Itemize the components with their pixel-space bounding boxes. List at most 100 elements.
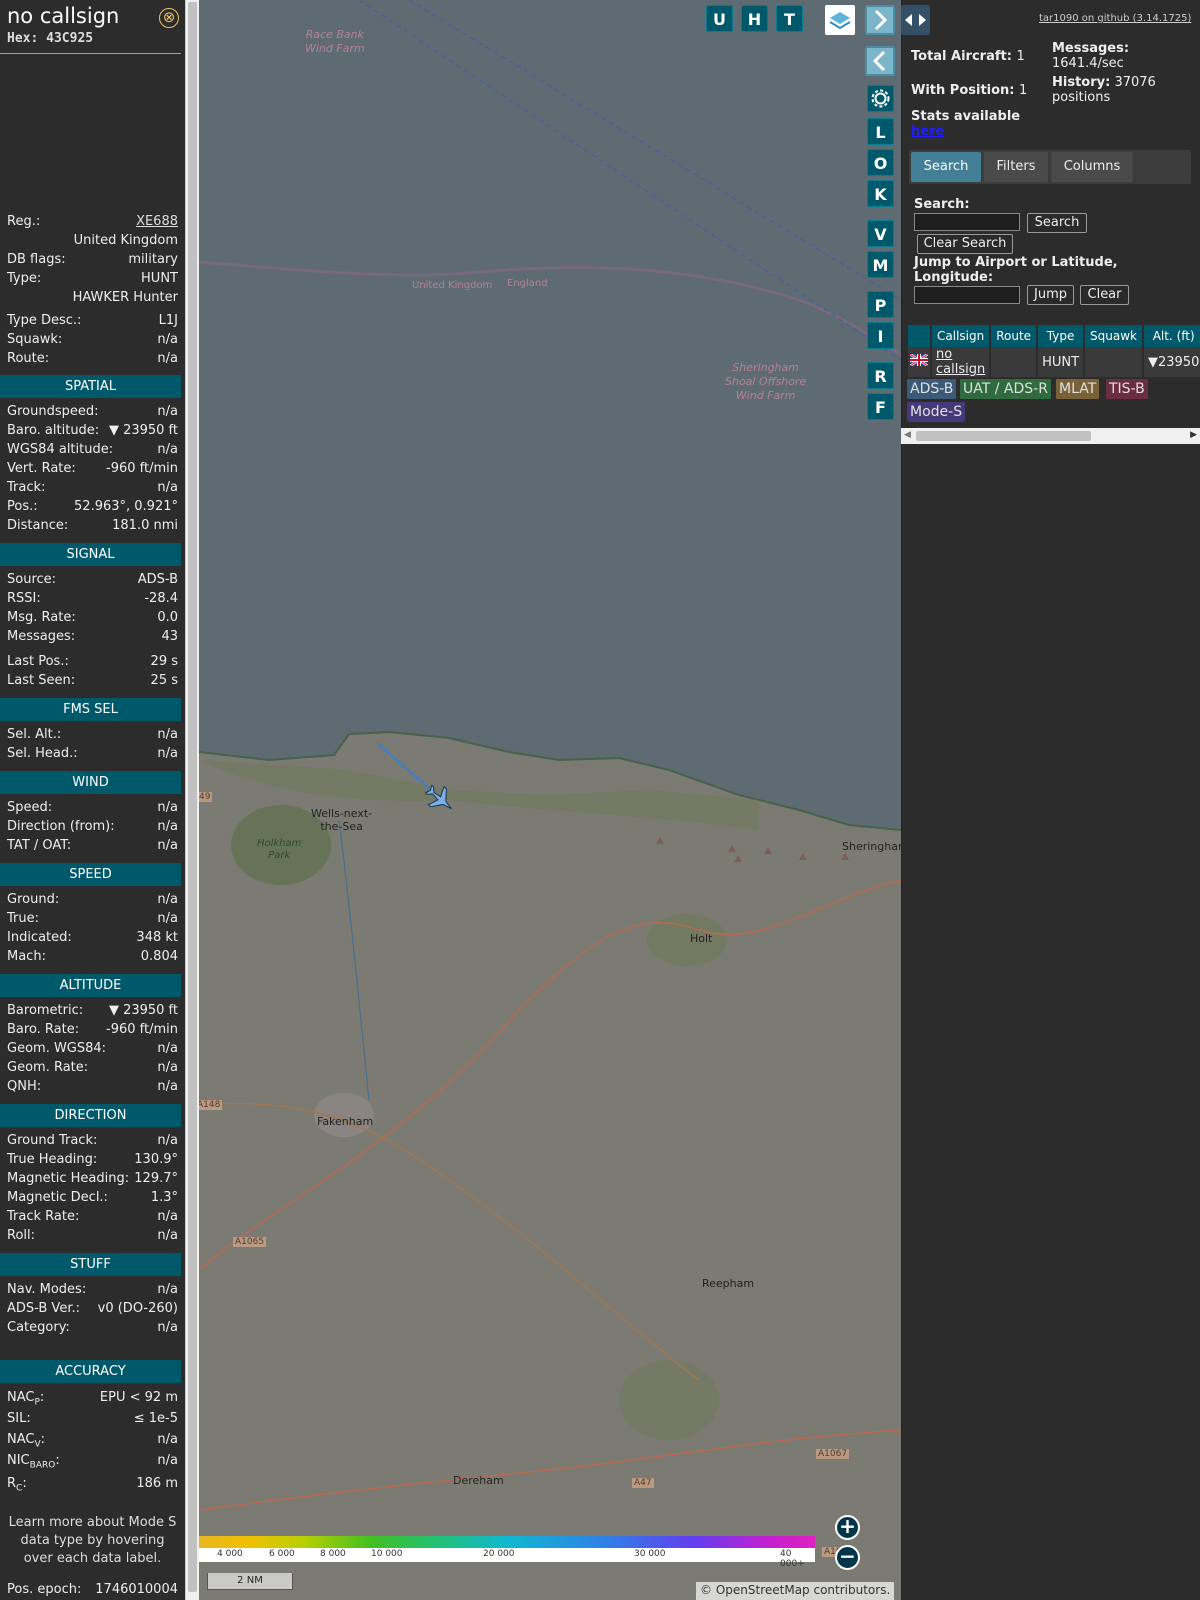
badge-uat-adsr: UAT / ADS-R [960,379,1051,399]
pos-epoch-row: Pos. epoch: 1746010004 [7,1582,178,1600]
plus-icon: + [839,1514,856,1538]
ground-track-row: Ground Track: n/a [7,1133,178,1151]
map-button-f[interactable]: F [867,393,894,420]
github-link[interactable]: tar1090 on github (3.14.1725) [1039,13,1191,24]
scroll-left-icon[interactable]: ◀ [904,430,911,440]
alt-column-header[interactable]: Alt. (ft) [1144,325,1200,347]
altitude-color-scale [199,1536,815,1548]
scroll-right-icon[interactable]: ▶ [1190,430,1197,440]
wood-area [619,1360,719,1440]
osm-link[interactable]: OpenStreetMap [716,1583,810,1597]
sidebar-scrollbar[interactable] [185,0,199,1600]
ground-track-value: n/a [157,1133,178,1148]
mach-row: Mach: 0.804 [7,949,178,967]
sel-head-value: n/a [157,746,178,761]
map-view[interactable]: Race Bank Wind Farm United Kingdom Engla… [199,0,901,1600]
zoom-out-button[interactable]: − [835,1545,860,1570]
wind-dir-value: n/a [157,819,178,834]
qnh-value: n/a [157,1079,178,1094]
tat-oat-label: TAT / OAT: [7,838,72,853]
clear-button[interactable]: Clear [1080,285,1129,305]
map-button-u[interactable]: U [706,5,733,32]
map-button-m[interactable]: M [867,251,894,278]
stats-here-link[interactable]: here [911,124,944,139]
aircraft-table: Callsign Route Type Squawk Alt. (ft) no … [906,325,1200,377]
table-horizontal-scrollbar[interactable]: ◀ ▶ [901,428,1200,444]
clear-search-button[interactable]: Clear Search [917,234,1013,254]
magnetic-decl-label: Magnetic Decl.: [7,1190,108,1205]
last-seen-row: Last Seen: 25 s [7,673,178,691]
qnh-row: QNH: n/a [7,1079,178,1097]
squawk-label: Squawk: [7,332,63,347]
altitude-scale-labels: 4 000 6 000 8 000 10 000 20 000 30 000 4… [199,1548,815,1569]
category-label: Category: [7,1320,70,1335]
table-scrollbar-thumb[interactable] [916,431,1091,441]
section-signal: SIGNAL [0,543,181,566]
zoom-in-button[interactable]: + [835,1515,860,1540]
settings-button[interactable] [867,85,894,112]
baro-alt-label: Baro. altitude: [7,423,100,438]
vert-rate-value: -960 ft/min [106,461,178,476]
squawk-row: Squawk: n/a [7,332,178,350]
indicated-speed-value: 348 kt [136,930,178,945]
tab-columns[interactable]: Columns [1051,152,1133,182]
tab-search[interactable]: Search [911,152,981,182]
map-button-h[interactable]: H [741,5,768,32]
table-row[interactable]: no callsign HUNT ▼23950 [908,347,1200,377]
map-button-l[interactable]: L [867,118,894,145]
sidebar-scrollbar-thumb[interactable] [188,2,197,1592]
groundspeed-label: Groundspeed: [7,404,99,419]
groundspeed-row: Groundspeed: n/a [7,404,178,422]
type-row: Type: HUNT [7,271,178,289]
track-rate-row: Track Rate: n/a [7,1209,178,1227]
map-attribution: © OpenStreetMap contributors. [696,1582,895,1600]
aircraft-info-sidebar: no callsign Hex: 43C925 ⊗ Reg.: XE688 Uni… [0,0,185,1600]
roll-label: Roll: [7,1228,36,1243]
wgs84-alt-row: WGS84 altitude: n/a [7,442,178,460]
close-sidebar-button[interactable]: ⊗ [159,8,179,28]
reg-link[interactable]: XE688 [136,214,178,229]
jump-button[interactable]: Jump [1027,285,1074,305]
reg-row: Reg.: XE688 [7,214,178,232]
map-button-o[interactable]: O [867,149,894,176]
minus-icon: − [839,1544,856,1568]
search-input[interactable] [914,213,1020,231]
type-column-header[interactable]: Type [1038,325,1084,347]
map-button-i[interactable]: I [867,322,894,349]
messages-label: Messages: [7,629,76,644]
collapse-right-button[interactable] [865,5,895,35]
barometric-value: ▼ 23950 ft [108,1003,178,1018]
jump-input[interactable] [914,286,1020,304]
dbflags-row: DB flags: military [7,252,178,270]
true-speed-label: True: [7,911,39,926]
expand-panel-button[interactable] [901,5,930,35]
collapse-left-button[interactable] [865,46,895,76]
mach-label: Mach: [7,949,46,964]
squawk-column-header[interactable]: Squawk [1085,325,1142,347]
route-column-header[interactable]: Route [991,325,1037,347]
true-heading-row: True Heading: 130.9° [7,1152,178,1170]
map-button-k[interactable]: K [867,180,894,207]
ground-speed-row: Ground: n/a [7,892,178,910]
map-button-t[interactable]: T [776,5,803,32]
sel-head-label: Sel. Head.: [7,746,78,761]
label-sheringham: Sheringham [842,840,901,853]
callsign-cell[interactable]: no callsign [932,347,990,377]
category-row: Category: n/a [7,1320,178,1338]
map-button-p[interactable]: P [867,291,894,318]
last-pos-row: Last Pos.: 29 s [7,654,178,672]
last-pos-label: Last Pos.: [7,654,69,669]
map-button-r[interactable]: R [867,362,894,389]
country-value: United Kingdom [73,233,178,248]
aircraft-table-header: Callsign Route Type Squawk Alt. (ft) [908,325,1200,347]
map-button-v[interactable]: V [867,220,894,247]
road-label-a1067: A1067 [816,1449,850,1459]
tab-filters[interactable]: Filters [984,152,1048,182]
section-direction: DIRECTION [0,1104,181,1127]
search-button[interactable]: Search [1027,213,1087,233]
callsign-column-header[interactable]: Callsign [932,325,990,347]
holt-wood-area [647,914,727,966]
baro-alt-value: ▼ 23950 ft [108,423,178,438]
layers-button[interactable] [825,5,855,35]
layers-icon [829,12,851,30]
